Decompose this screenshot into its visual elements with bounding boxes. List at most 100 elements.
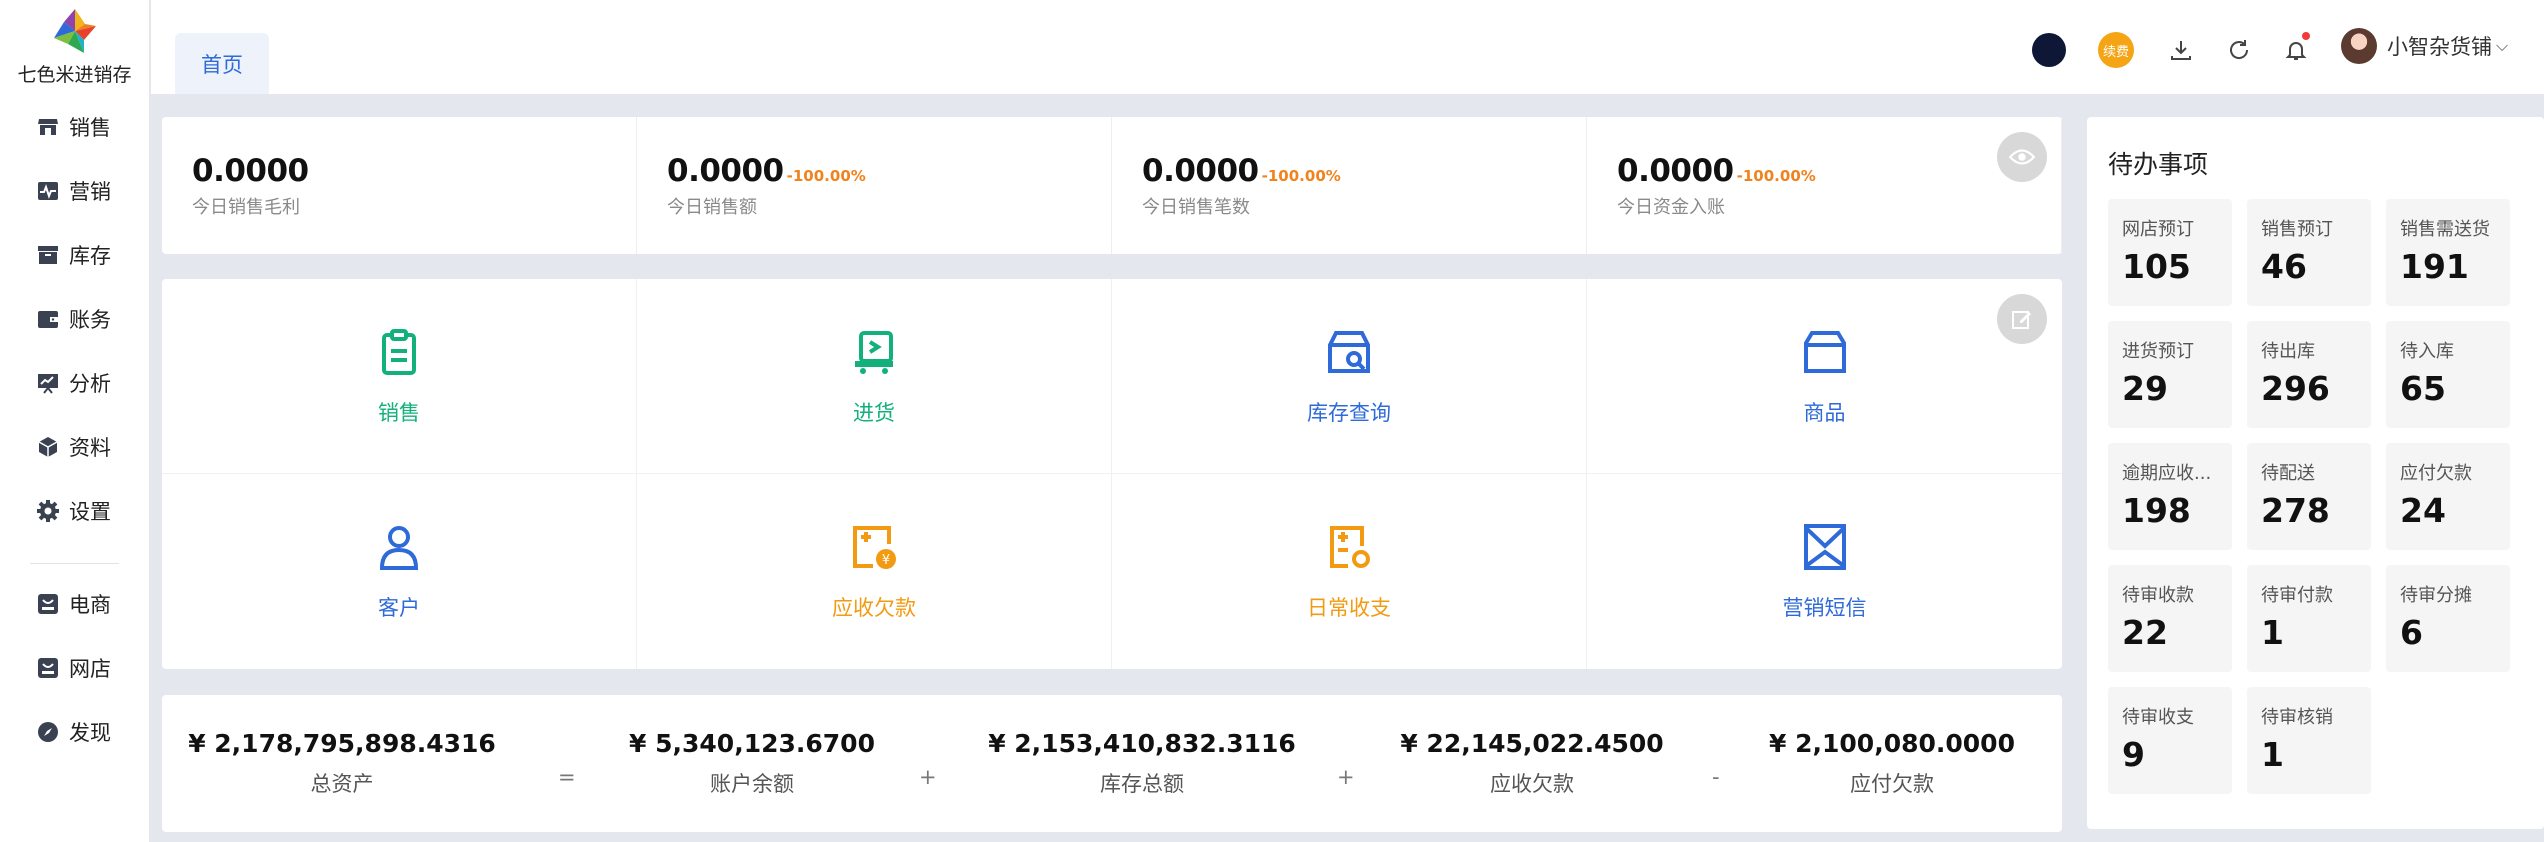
sidebar-item-label: 销售 [69, 116, 111, 140]
dark-mode-icon [2032, 33, 2066, 67]
stat-gross-profit: 0.0000 今日销售毛利 [162, 117, 637, 254]
shortcut-inventory-query[interactable]: 库存查询 [1112, 279, 1587, 474]
summary-value: ¥ 2,100,080.0000 [1769, 729, 2015, 758]
sidebar-item-discover[interactable]: 发现 [0, 700, 149, 764]
person-icon [379, 526, 419, 570]
todo-name: 销售预订 [2261, 219, 2333, 240]
warehouse-search-icon [1328, 331, 1370, 373]
todo-item[interactable]: 逾期应收... 198 [2108, 443, 2232, 550]
todo-count: 46 [2261, 247, 2307, 286]
refresh-icon [2230, 40, 2249, 59]
cube-icon [35, 434, 61, 460]
shortcut-label: 进货 [853, 401, 895, 425]
shortcut-sales[interactable]: 销售 [162, 279, 637, 474]
todo-item[interactable]: 销售需送货 191 [2386, 199, 2510, 306]
stat-label: 今日销售额 [667, 197, 757, 218]
summary-value: ¥ 2,178,795,898.4316 [188, 729, 496, 758]
stat-sales-amount: 0.0000 -100.00% 今日销售额 [637, 117, 1112, 254]
todo-item[interactable]: 待审付款 1 [2247, 565, 2371, 672]
box-icon [35, 242, 61, 268]
todo-name: 待审核销 [2261, 707, 2333, 728]
chevron-down-icon: ⌵ [2496, 36, 2509, 55]
sidebar-item-marketing[interactable]: 营销 [0, 159, 149, 223]
todo-item[interactable]: 待审收款 22 [2108, 565, 2232, 672]
sidebar-item-sales[interactable]: 销售 [0, 95, 149, 159]
shortcut-purchase[interactable]: 进货 [637, 279, 1112, 474]
todo-count: 191 [2400, 247, 2469, 286]
sidebar-item-label: 网店 [69, 657, 111, 681]
brand-name: 七色米进销存 [17, 64, 132, 86]
asset-summary-panel: ¥ 2,178,795,898.4316 总资产 = ¥ 5,340,123.6… [162, 695, 2062, 832]
clipboard-icon [382, 329, 416, 375]
stat-sales-count: 0.0000 -100.00% 今日销售笔数 [1112, 117, 1587, 254]
renew-button[interactable]: 续费 [2098, 32, 2134, 68]
operator-minus: - [1712, 765, 1720, 789]
wallet-icon [35, 306, 61, 332]
todo-name: 网店预订 [2122, 219, 2194, 240]
download-button[interactable] [2163, 32, 2199, 68]
todo-panel: 待办事项 网店预订 105 销售预订 46 销售需送货 191 进货预订 29 待出库 2… [2087, 117, 2544, 829]
todo-item[interactable]: 待配送 278 [2247, 443, 2371, 550]
sidebar-item-settings[interactable]: 设置 [0, 479, 149, 543]
shortcut-customers[interactable]: 客户 [162, 474, 637, 669]
compass-icon [35, 719, 61, 745]
sidebar-item-data[interactable]: 资料 [0, 415, 149, 479]
edit-shortcuts-button[interactable] [1997, 294, 2047, 344]
stat-label: 今日销售笔数 [1142, 197, 1250, 218]
summary-value: ¥ 22,145,022.4500 [1400, 729, 1664, 758]
user-menu[interactable]: 小智杂货铺 ⌵ [2341, 26, 2508, 66]
sidebar-item-web-store[interactable]: 网店 [0, 636, 149, 700]
pinwheel-logo-icon [53, 9, 96, 53]
ecommerce-icon [35, 591, 61, 617]
toggle-visibility-button[interactable] [1997, 132, 2047, 182]
todo-item[interactable]: 网店预订 105 [2108, 199, 2232, 306]
notification-button[interactable] [2278, 32, 2314, 68]
shortcut-receivables[interactable]: ¥ 应收欠款 [637, 474, 1112, 669]
todo-name: 待审付款 [2261, 585, 2333, 606]
stat-label: 今日资金入账 [1617, 197, 1725, 218]
store-icon [35, 114, 61, 140]
todo-item[interactable]: 应付欠款 24 [2386, 443, 2510, 550]
todo-item[interactable]: 待审分摊 6 [2386, 565, 2510, 672]
shortcut-label: 日常收支 [1307, 596, 1391, 620]
summary-label: 应收欠款 [1490, 772, 1574, 796]
sidebar-item-label: 分析 [69, 372, 111, 396]
sidebar-item-label: 资料 [69, 436, 111, 460]
todo-count: 1 [2261, 735, 2284, 774]
sidebar-item-inventory[interactable]: 库存 [0, 223, 149, 287]
theme-toggle-button[interactable] [2031, 32, 2067, 68]
todo-count: 9 [2122, 735, 2145, 774]
sidebar-item-label: 设置 [69, 500, 111, 524]
shortcut-label: 库存查询 [1307, 401, 1391, 425]
shortcut-daily-income-expense[interactable]: 日常收支 [1112, 474, 1587, 669]
shortcut-label: 营销短信 [1782, 596, 1867, 620]
operator-plus: + [919, 765, 937, 789]
todo-count: 24 [2400, 491, 2446, 530]
sidebar-item-analysis[interactable]: 分析 [0, 351, 149, 415]
stat-value: 0.0000 [1142, 153, 1259, 189]
shortcut-marketing-sms[interactable]: 营销短信 [1587, 474, 2062, 669]
stat-change: -100.00% [1261, 167, 1341, 185]
sidebar-item-accounts[interactable]: 账务 [0, 287, 149, 351]
ledger-icon [1330, 526, 1370, 568]
todo-item[interactable]: 销售预订 46 [2247, 199, 2371, 306]
refresh-button[interactable] [2221, 32, 2257, 68]
todo-name: 待审收支 [2122, 707, 2194, 728]
brand-logo[interactable]: 七色米进销存 [0, 0, 149, 95]
bell-icon [2285, 42, 2307, 60]
todo-item[interactable]: 待入库 65 [2386, 321, 2510, 428]
todo-item[interactable]: 待审核销 1 [2247, 687, 2371, 794]
todo-item[interactable]: 待审收支 9 [2108, 687, 2232, 794]
shortcut-products[interactable]: 商品 [1587, 279, 2062, 474]
todo-item[interactable]: 进货预订 29 [2108, 321, 2232, 428]
stat-value: 0.0000 [667, 153, 784, 189]
todo-count: 278 [2261, 491, 2330, 530]
todo-item[interactable]: 待出库 296 [2247, 321, 2371, 428]
todo-title: 待办事项 [2108, 150, 2209, 179]
summary-total-assets: ¥ 2,178,795,898.4316 总资产 [188, 729, 496, 798]
todo-count: 6 [2400, 613, 2423, 652]
sidebar-item-ecommerce[interactable]: 电商 [0, 572, 149, 636]
tab-home[interactable]: 首页 [175, 33, 269, 94]
envelope-icon [1803, 524, 1846, 570]
svg-text:¥: ¥ [882, 553, 890, 568]
